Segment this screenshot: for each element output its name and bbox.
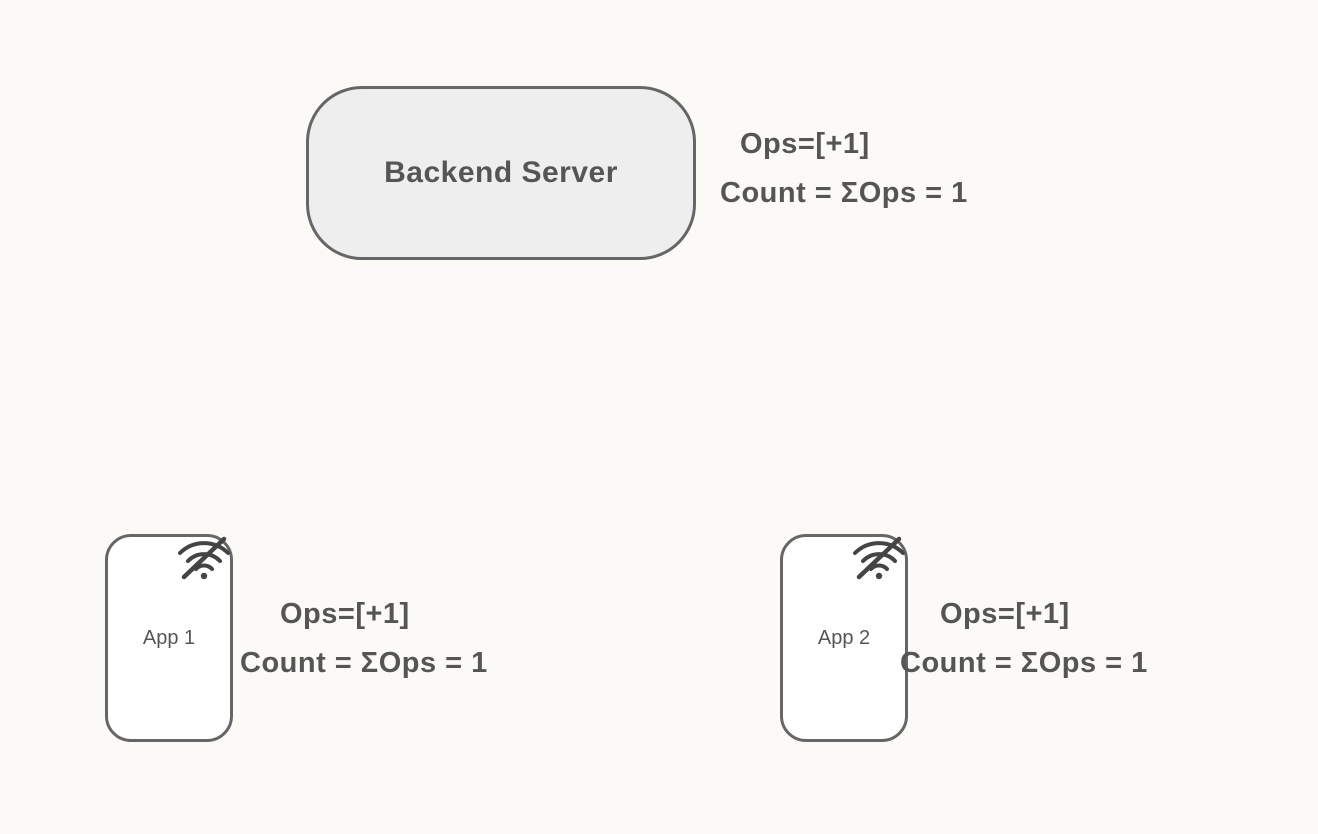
app1-label: App 1 <box>143 627 195 650</box>
backend-server-state-text: Ops=[+1] Count = ΣOps = 1 <box>740 120 968 219</box>
backend-server-label: Backend Server <box>384 156 618 190</box>
app2-device-node: App 2 <box>780 534 908 742</box>
app2-ops-line: Ops=[+1] <box>940 590 1148 639</box>
app1-ops-line: Ops=[+1] <box>280 590 488 639</box>
backend-server-node: Backend Server <box>306 86 696 260</box>
wifi-off-icon <box>174 533 234 581</box>
app1-state-text: Ops=[+1] Count = ΣOps = 1 <box>280 590 488 689</box>
app2-state-text: Ops=[+1] Count = ΣOps = 1 <box>940 590 1148 689</box>
app1-count-line: Count = ΣOps = 1 <box>240 639 488 688</box>
wifi-off-icon <box>849 533 909 581</box>
app2-count-line: Count = ΣOps = 1 <box>900 639 1148 688</box>
server-count-line: Count = ΣOps = 1 <box>720 169 968 218</box>
app1-device-node: App 1 <box>105 534 233 742</box>
server-ops-line: Ops=[+1] <box>740 120 968 169</box>
app2-label: App 2 <box>818 627 870 650</box>
